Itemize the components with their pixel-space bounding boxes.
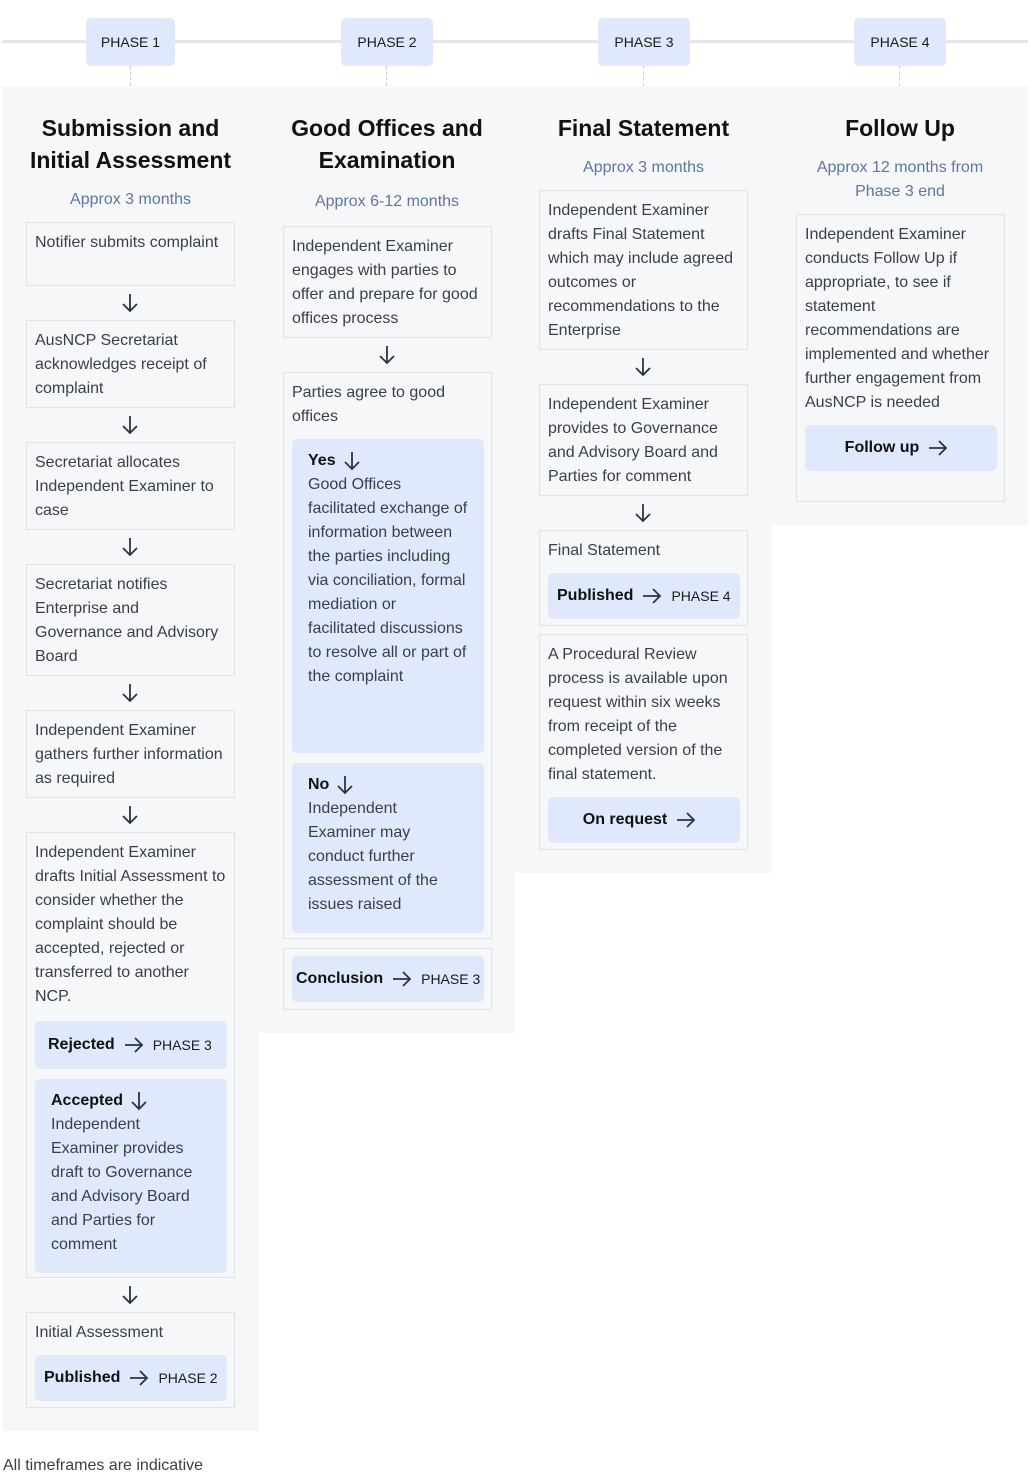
outcome-text: Initial Assessment	[35, 1324, 164, 1341]
arrow-right-icon	[927, 438, 949, 458]
rejected-chip[interactable]: Rejected PHASE 3	[35, 1021, 227, 1069]
title-line: Follow Up	[845, 115, 955, 141]
branch-label: No	[308, 776, 330, 793]
follow-up-button[interactable]: Follow up	[805, 425, 997, 471]
chip-target: PHASE 2	[158, 1370, 218, 1386]
arrow-down-icon	[129, 1090, 149, 1112]
branch-label: Yes	[308, 452, 336, 469]
title-line: Initial Assessment	[29, 147, 232, 173]
chip-label: On request	[582, 811, 668, 828]
on-request-button[interactable]: On request	[548, 797, 740, 843]
conclusion-box: Conclusion PHASE 3	[283, 948, 492, 1010]
branch-header: Accepted	[51, 1089, 211, 1113]
yes-branch: Yes Good Offices facilitated exchange of…	[292, 439, 484, 753]
phase-4-title: Follow Up	[772, 112, 1028, 144]
duration-line: Approx 12 months from	[816, 159, 984, 176]
step-box: AusNCP Secretariat acknowledges receipt …	[26, 320, 235, 408]
arrow-right-icon	[128, 1368, 150, 1388]
chip-label: Follow up	[844, 439, 920, 456]
parties-agree-box: Parties agree to good offices Yes Good O…	[283, 372, 492, 939]
step-box: Secretariat allocates Independent Examin…	[26, 442, 235, 530]
review-text: A Procedural Review process is available…	[548, 646, 728, 783]
title-line: Examination	[318, 147, 456, 173]
step-box: Independent Examiner engages with partie…	[283, 226, 492, 338]
title-line: Good Offices and	[291, 115, 483, 141]
step-text: Independent Examiner drafts Initial Asse…	[35, 844, 226, 1005]
step-box: Notifier submits complaint	[26, 222, 235, 286]
follow-up-box: Independent Examiner conducts Follow Up …	[796, 214, 1005, 502]
accepted-branch: Accepted Independent Examiner provides d…	[35, 1079, 227, 1273]
phase-4-duration: Approx 12 months from Phase 3 end	[772, 156, 1028, 204]
branch-header: No	[308, 773, 468, 797]
published-chip[interactable]: Published PHASE 2	[35, 1355, 227, 1401]
outcome-box: Initial Assessment Published PHASE 2	[26, 1312, 235, 1408]
step-box: Independent Examiner gathers further inf…	[26, 710, 235, 798]
arrow-right-icon	[675, 810, 697, 830]
phase-2-title: Good Offices and Examination	[259, 112, 515, 176]
arrow-down-icon	[120, 1284, 140, 1306]
branch-text: Good Offices facilitated exchange of inf…	[308, 476, 468, 685]
step-box: Independent Examiner provides to Governa…	[539, 384, 748, 496]
step-box: Secretariat notifies Enterprise and Gove…	[26, 564, 235, 676]
phase-2-badge: PHASE 2	[341, 18, 433, 66]
branch-text: Independent Examiner may conduct further…	[308, 800, 438, 913]
connector	[386, 66, 387, 86]
conclusion-chip[interactable]: Conclusion PHASE 3	[292, 956, 484, 1002]
duration-line: Phase 3 end	[855, 183, 945, 200]
arrow-right-icon	[391, 969, 413, 989]
connector	[643, 66, 644, 86]
arrow-down-icon	[120, 292, 140, 314]
title-line: Submission and	[41, 115, 220, 141]
branch-header: Yes	[308, 449, 468, 473]
branch-label: Accepted	[51, 1092, 124, 1109]
initial-assessment-draft-box: Independent Examiner drafts Initial Asse…	[26, 832, 235, 1278]
step-text: Independent Examiner conducts Follow Up …	[805, 226, 990, 411]
phase-2-duration: Approx 6-12 months	[314, 193, 460, 210]
step-box: Independent Examiner drafts Final Statem…	[539, 190, 748, 350]
arrow-right-icon	[123, 1035, 145, 1055]
phase-3-badge: PHASE 3	[598, 18, 690, 66]
chip-label: Rejected	[48, 1036, 115, 1053]
chip-label: Conclusion	[296, 970, 384, 987]
arrow-down-icon	[335, 774, 355, 796]
outcome-text: Final Statement	[548, 542, 661, 559]
arrow-right-icon	[641, 586, 663, 606]
arrow-down-icon	[633, 356, 653, 378]
chip-target: PHASE 3	[421, 971, 481, 987]
procedural-review-box: A Procedural Review process is available…	[539, 634, 748, 850]
chip-target: PHASE 4	[671, 588, 731, 604]
arrow-down-icon	[120, 682, 140, 704]
arrow-down-icon	[377, 344, 397, 366]
published-chip[interactable]: Published PHASE 4	[548, 573, 740, 619]
arrow-down-icon	[120, 804, 140, 826]
phase-1-title: Submission and Initial Assessment	[2, 112, 259, 176]
chip-label: Published	[557, 587, 634, 604]
branch-text: Independent Examiner provides draft to G…	[51, 1116, 193, 1253]
arrow-down-icon	[120, 536, 140, 558]
phase-3-title: Final Statement	[515, 112, 772, 144]
outcome-box: Final Statement Published PHASE 4	[539, 530, 748, 626]
connector	[899, 66, 900, 86]
title-line: Final Statement	[557, 115, 730, 141]
footer-note: All timeframes are indicative	[3, 1457, 204, 1474]
step-text: Parties agree to good offices	[292, 384, 445, 425]
phase-4-badge: PHASE 4	[854, 18, 946, 66]
chip-label: Published	[44, 1369, 121, 1386]
arrow-down-icon	[633, 502, 653, 524]
arrow-down-icon	[342, 450, 362, 472]
phase-1-badge: PHASE 1	[86, 18, 175, 66]
connector	[130, 66, 131, 86]
phase-3-duration: Approx 3 months	[583, 159, 704, 176]
chip-target: PHASE 3	[152, 1037, 212, 1053]
no-branch: No Independent Examiner may conduct furt…	[292, 763, 484, 933]
arrow-down-icon	[120, 414, 140, 436]
phase-1-duration: Approx 3 months	[70, 191, 191, 208]
